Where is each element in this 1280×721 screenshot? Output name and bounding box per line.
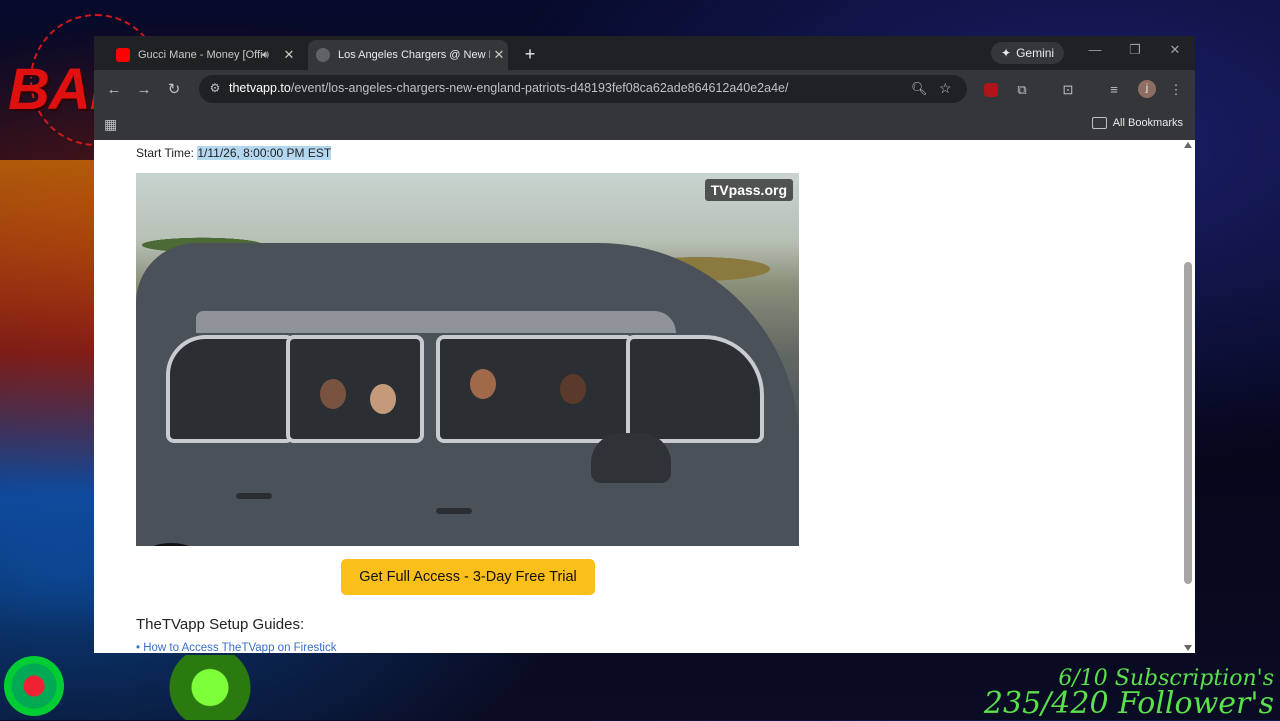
browser-window: Gucci Mane - Money [Offici 🔊︎ ✕ Los Ange…: [94, 36, 1195, 653]
media-controls-icon[interactable]: ≡: [1104, 80, 1124, 100]
background-neon-light: [160, 655, 260, 720]
background-neon-sign: [0, 160, 94, 640]
tab-chargers-game[interactable]: Los Angeles Chargers @ New E ✕: [308, 40, 508, 70]
reload-icon[interactable]: ↻: [164, 80, 184, 100]
tab-gucci-mane[interactable]: Gucci Mane - Money [Offici 🔊︎ ✕: [108, 40, 298, 70]
firestick-guide-link[interactable]: • How to Access TheTVapp on Firestick: [136, 642, 336, 653]
tab-title: Los Angeles Chargers @ New E: [338, 49, 490, 61]
web-page: Start Time: 1/11/26, 8:00:00 PM EST TVpa…: [94, 140, 1181, 653]
free-trial-button[interactable]: Get Full Access - 3-Day Free Trial: [341, 559, 595, 595]
passenger: [370, 384, 396, 414]
zoom-icon[interactable]: 🔍︎: [911, 81, 928, 97]
start-time-label: Start Time:: [136, 146, 198, 160]
page-scrollbar[interactable]: [1181, 140, 1195, 653]
passenger: [560, 374, 586, 404]
close-window-icon[interactable]: ✕: [1163, 42, 1187, 58]
video-car: [136, 243, 799, 546]
youtube-icon: [116, 48, 130, 62]
bookmarks-bar: ▦ All Bookmarks: [94, 110, 1195, 140]
forward-arrow-icon[interactable]: →: [134, 80, 154, 100]
tab-title: Gucci Mane - Money [Offici: [138, 49, 262, 61]
address-bar[interactable]: ⚙ thetvapp.to/event/los-angeles-chargers…: [199, 75, 967, 103]
extensions-puzzle-icon[interactable]: ⧉: [1012, 80, 1032, 100]
new-tab-button[interactable]: +: [518, 42, 542, 66]
all-bookmarks-label: All Bookmarks: [1112, 117, 1183, 129]
stream-goal-counter: 6/10 Subscription's 235/420 Follower's: [983, 668, 1274, 721]
minimize-icon[interactable]: —: [1083, 42, 1107, 57]
url-text[interactable]: thetvapp.to/event/los-angeles-chargers-n…: [229, 81, 788, 95]
all-bookmarks-button[interactable]: All Bookmarks: [1091, 117, 1183, 129]
start-time-value: 1/11/26, 8:00:00 PM EST: [197, 146, 332, 160]
car-window: [286, 335, 424, 443]
extension-red-icon[interactable]: [981, 80, 1001, 100]
car-door-handle: [236, 493, 272, 499]
car-window: [166, 335, 294, 443]
profile-avatar[interactable]: j: [1138, 80, 1156, 98]
car-mirror: [591, 433, 671, 483]
cast-search-icon[interactable]: ⊡: [1058, 80, 1078, 100]
speaker-icon: [4, 656, 64, 716]
restore-icon[interactable]: ❐: [1123, 42, 1147, 58]
url-domain: thetvapp.to: [229, 81, 291, 95]
globe-icon: [316, 48, 330, 62]
follower-counter: 235/420 Follower's: [983, 686, 1274, 721]
sparkle-icon: ✦: [1001, 46, 1012, 60]
back-arrow-icon[interactable]: ←: [104, 80, 124, 100]
car-roof-rack: [196, 311, 676, 333]
toolbar: ← → ↻ ⚙ thetvapp.to/event/los-angeles-ch…: [94, 70, 1195, 110]
car-wheel: [136, 543, 226, 546]
scrollbar-thumb[interactable]: [1184, 262, 1192, 584]
video-player[interactable]: TVpass.org: [136, 173, 799, 546]
passenger: [320, 379, 346, 409]
audio-playing-icon[interactable]: 🔊︎: [262, 49, 276, 62]
gemini-label: Gemini: [1016, 46, 1055, 60]
close-tab-icon[interactable]: ✕: [490, 47, 508, 63]
setup-guides-heading: TheTVapp Setup Guides:: [136, 616, 305, 633]
scroll-down-icon[interactable]: [1184, 645, 1192, 651]
scroll-up-icon[interactable]: [1184, 142, 1192, 148]
bookmark-star-icon[interactable]: ☆: [939, 80, 952, 97]
url-path: /event/los-angeles-chargers-new-england-…: [290, 81, 789, 95]
car-window: [626, 335, 764, 443]
apps-grid-icon[interactable]: ▦: [104, 116, 117, 133]
passenger: [470, 369, 496, 399]
site-info-icon[interactable]: ⚙: [207, 81, 223, 97]
video-watermark: TVpass.org: [704, 179, 793, 201]
tab-bar: Gucci Mane - Money [Offici 🔊︎ ✕ Los Ange…: [94, 36, 1195, 70]
start-time: Start Time: 1/11/26, 8:00:00 PM EST: [136, 146, 332, 160]
gemini-button[interactable]: ✦ Gemini: [991, 42, 1065, 64]
close-tab-icon[interactable]: ✕: [280, 47, 298, 63]
car-door-handle: [436, 508, 472, 514]
car-window: [436, 335, 634, 443]
menu-kebab-icon[interactable]: ⋮: [1166, 80, 1186, 100]
folder-icon: [1091, 117, 1107, 129]
